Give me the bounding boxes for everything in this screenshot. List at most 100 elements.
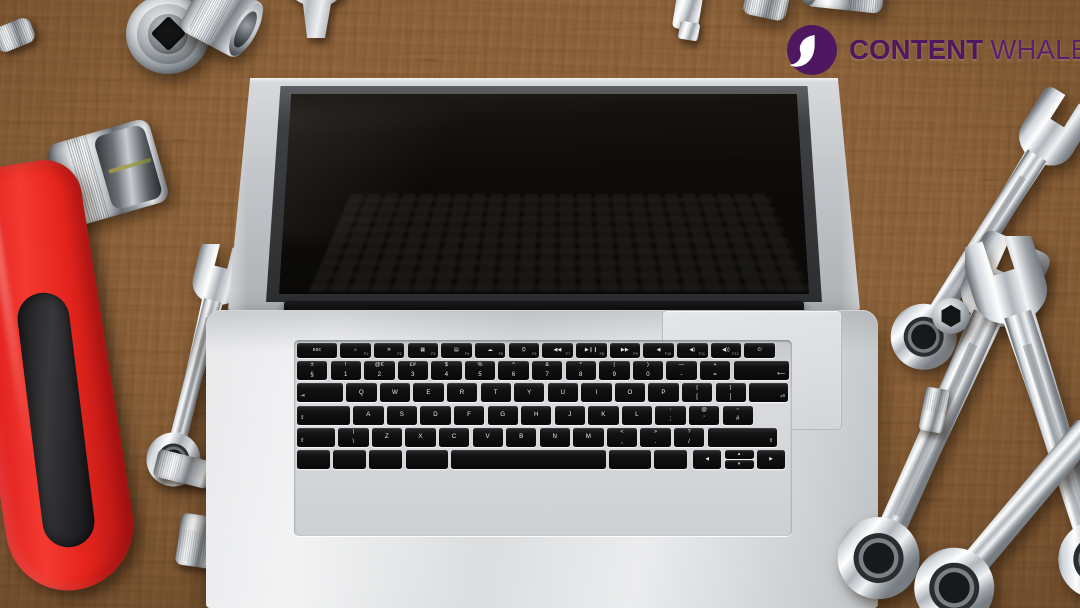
key-0[interactable]: ) 0	[632, 361, 664, 381]
brand-word-one: CONTENT	[849, 34, 984, 66]
key-control[interactable]	[333, 449, 367, 469]
brand-logo[interactable]: CONTENT WHALE	[786, 22, 1080, 78]
screen-keyboard-reflection	[309, 193, 809, 292]
key-arrow-left[interactable]: ◀	[693, 449, 722, 469]
key-section[interactable]: ± §	[297, 361, 328, 381]
key-f9[interactable]: ▶▶ F9	[609, 343, 641, 358]
key-backspace[interactable]: ⟵	[733, 361, 789, 381]
key-v[interactable]: V	[472, 427, 503, 447]
keyboard-row-numbers: ± § ! 1 @€ 2 £# 3 $4 % 5 ^ 6 & 7 * 8 (9 ) 0 — - + =…	[297, 361, 789, 381]
key-quote[interactable]: @ '	[688, 405, 720, 425]
key-arrow-right[interactable]: ▶	[757, 449, 786, 469]
key-1[interactable]: ! 1	[330, 361, 361, 381]
key-r[interactable]: R	[446, 383, 478, 403]
key-f12[interactable]: ◀)) F12	[710, 343, 742, 358]
key-slash[interactable]: ? /	[673, 427, 705, 447]
key-shift-left[interactable]: ⇧	[297, 427, 335, 447]
key-3[interactable]: £# 3	[397, 361, 429, 381]
arrow-up-down-pair: ▲ ▼	[724, 449, 754, 469]
key-t[interactable]: T	[480, 383, 511, 403]
key-a[interactable]: A	[353, 405, 384, 425]
key-f6[interactable]: ⛭ F6	[508, 343, 540, 358]
key-g[interactable]: G	[487, 405, 518, 425]
brand-word-two: WHALE	[990, 34, 1080, 66]
key-m[interactable]: M	[573, 427, 604, 447]
key-arrow-down[interactable]: ▼	[724, 459, 754, 469]
key-i[interactable]: I	[581, 383, 612, 403]
laptop[interactable]: esc ☼ F1 ☀ F2 ▦ F3 ▤ F4 ☁ F5 ⛭ F6 ◀◀ F7 ▶❙❙ F8 ▶…	[206, 78, 878, 608]
keyboard-row-function: esc ☼ F1 ☀ F2 ▦ F3 ▤ F4 ☁ F5 ⛭ F6 ◀◀ F7 ▶❙❙ F8 ▶…	[297, 343, 789, 358]
key-semicolon[interactable]: :;	[655, 405, 686, 425]
keyboard-row-zxcv: ⇧ | \ Z X C V B N M <, >. ? / ⇧	[297, 427, 789, 447]
wrench-top-left-partial	[296, 0, 338, 38]
key-minus[interactable]: — -	[666, 361, 697, 381]
key-h[interactable]: H	[521, 405, 552, 425]
key-2[interactable]: @€ 2	[364, 361, 395, 381]
key-f7[interactable]: ◀◀ F7	[542, 343, 573, 358]
key-d[interactable]: D	[420, 405, 451, 425]
key-equals[interactable]: + =	[699, 361, 731, 381]
key-j[interactable]: J	[554, 405, 586, 425]
key-f8[interactable]: ▶❙❙ F8	[576, 343, 607, 358]
key-l[interactable]: L	[621, 405, 653, 425]
key-bracket-left[interactable]: {[	[681, 383, 713, 403]
key-arrow-up[interactable]: ▲	[724, 449, 754, 459]
whale-tail-circle-icon	[787, 25, 837, 75]
key-option-right[interactable]	[654, 449, 688, 469]
key-e[interactable]: E	[413, 383, 444, 403]
key-x[interactable]: X	[405, 427, 436, 447]
key-4[interactable]: $4	[431, 361, 462, 381]
key-command-left[interactable]	[405, 449, 448, 469]
key-9[interactable]: (9	[599, 361, 630, 381]
key-comma[interactable]: <,	[606, 427, 638, 447]
key-p[interactable]: P	[648, 383, 679, 403]
key-capslock[interactable]: ⇪	[297, 405, 350, 425]
key-return[interactable]: ⏎	[749, 383, 789, 403]
key-5[interactable]: % 5	[464, 361, 496, 381]
laptop-screen[interactable]	[279, 94, 809, 294]
key-u[interactable]: U	[547, 383, 579, 403]
key-option-left[interactable]	[369, 449, 403, 469]
key-f3[interactable]: ▦ F3	[407, 343, 439, 358]
brand-wordmark: CONTENT WHALE	[849, 36, 1080, 64]
key-z[interactable]: Z	[371, 427, 403, 447]
key-hash[interactable]: ~ #	[722, 405, 753, 425]
key-q[interactable]: Q	[346, 383, 377, 403]
key-8[interactable]: * 8	[565, 361, 597, 381]
keyboard[interactable]: esc ☼ F1 ☀ F2 ▦ F3 ▤ F4 ☁ F5 ⛭ F6 ◀◀ F7 ▶❙❙ F8 ▶…	[294, 340, 792, 536]
key-f10[interactable]: ◀ F10	[643, 343, 674, 358]
key-f5[interactable]: ☁ F5	[474, 343, 506, 358]
key-o[interactable]: O	[614, 383, 646, 403]
banner-canvas: esc ☼ F1 ☀ F2 ▦ F3 ▤ F4 ☁ F5 ⛭ F6 ◀◀ F7 ▶❙❙ F8 ▶…	[0, 0, 1080, 608]
key-6[interactable]: ^ 6	[498, 361, 529, 381]
key-b[interactable]: B	[506, 427, 537, 447]
socket-extension-tip	[677, 20, 701, 42]
key-tab[interactable]: ⇥	[297, 383, 343, 403]
key-f4[interactable]: ▤ F4	[441, 343, 472, 358]
key-bracket-right[interactable]: }]	[715, 383, 746, 403]
key-f[interactable]: F	[453, 405, 485, 425]
key-k[interactable]: K	[588, 405, 619, 425]
key-shift-right[interactable]: ⇧	[707, 427, 777, 447]
key-space[interactable]	[450, 449, 606, 469]
ratchet-handle	[0, 150, 162, 608]
key-fn[interactable]	[297, 449, 330, 469]
key-command-right[interactable]	[608, 449, 651, 469]
keyboard-row-qwerty: ⇥ Q W E R T Y U I O P {[ }] ⏎	[297, 383, 789, 403]
key-y[interactable]: Y	[514, 383, 545, 403]
key-n[interactable]: N	[539, 427, 571, 447]
key-esc[interactable]: esc	[297, 343, 337, 358]
key-7[interactable]: & 7	[532, 361, 563, 381]
key-w[interactable]: W	[379, 383, 411, 403]
socket-loose-right	[932, 298, 970, 334]
key-period[interactable]: >.	[640, 427, 671, 447]
key-backslash[interactable]: | \	[338, 427, 369, 447]
key-f1[interactable]: ☼ F1	[340, 343, 371, 358]
key-f2[interactable]: ☀ F2	[373, 343, 405, 358]
key-s[interactable]: S	[386, 405, 418, 425]
keyboard-row-modifiers: ◀ ▲ ▼ ▶	[297, 449, 789, 469]
key-f11[interactable]: ◀) F11	[677, 343, 708, 358]
wrench-right-lower	[914, 420, 1080, 608]
key-power[interactable]: ⏻	[744, 343, 775, 358]
key-c[interactable]: C	[438, 427, 470, 447]
